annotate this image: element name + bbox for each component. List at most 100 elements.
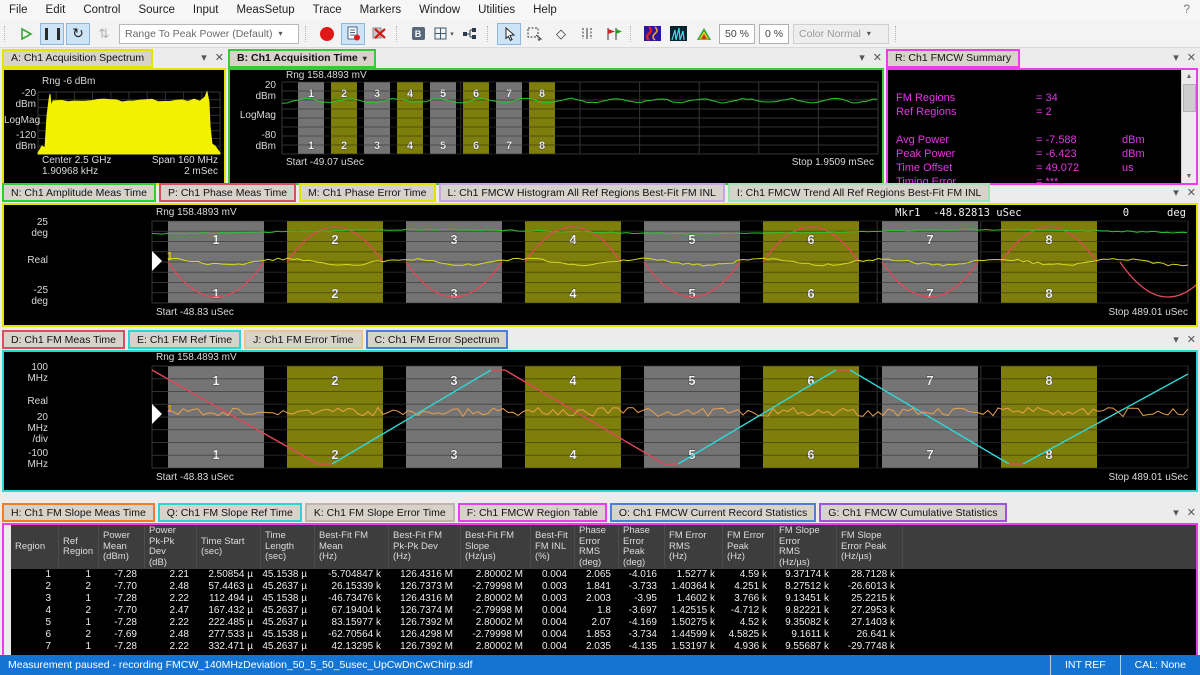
column-header[interactable]: Power Mean (dBm)	[99, 525, 145, 569]
table-row[interactable]: 71-7.282.22332.471 µ45.2637 µ42.13295 k1…	[11, 641, 1196, 653]
column-header[interactable]: FM Error RMS (Hz)	[665, 525, 723, 569]
table-row[interactable]: 11-7.282.212.50854 µ45.1538 µ-5.704847 k…	[11, 569, 1196, 581]
panel-dropdown-icon[interactable]: ▾	[1173, 187, 1179, 199]
tab-o[interactable]: O: Ch1 FMCW Current Record Statistics	[610, 503, 816, 522]
marker1-flag[interactable]: 1	[167, 251, 173, 262]
panel-close-icon[interactable]: ✕	[215, 52, 224, 64]
menu-markers[interactable]: Markers	[351, 4, 411, 16]
scroll-up-icon[interactable]: ▲	[1182, 70, 1196, 83]
tab-e[interactable]: E: Ch1 FM Ref Time	[128, 330, 241, 349]
menu-edit[interactable]: Edit	[37, 4, 75, 16]
menu-help[interactable]: Help	[524, 4, 566, 16]
marker1-flag[interactable]: 1	[167, 404, 173, 415]
tab-f[interactable]: F: Ch1 FMCW Region Table	[458, 503, 607, 522]
tab-p[interactable]: P: Ch1 Phase Meas Time	[159, 183, 296, 202]
panel-dropdown-icon[interactable]: ▾	[859, 52, 865, 64]
zoom-selection-button[interactable]	[523, 23, 547, 45]
panel-dropdown-icon[interactable]: ▾	[1173, 52, 1179, 64]
color-mode-dropdown[interactable]: Color Normal ▾	[793, 24, 889, 44]
tab-j[interactable]: J: Ch1 FM Error Time	[244, 330, 362, 349]
tab-c[interactable]: C: Ch1 FM Error Spectrum	[366, 330, 509, 349]
table-row[interactable]: 22-7.702.4857.4463 µ45.2637 µ26.15339 k1…	[11, 581, 1196, 593]
menu-meassetup[interactable]: MeasSetup	[227, 4, 303, 16]
trace-b-button[interactable]: B	[406, 23, 430, 45]
menu-control[interactable]: Control	[74, 4, 129, 16]
column-header[interactable]: Phase Error RMS (deg)	[575, 525, 619, 569]
cancel-recording-button[interactable]	[367, 23, 391, 45]
play-button[interactable]	[14, 23, 38, 45]
column-header[interactable]: FM Slope Error Peak (Hz/µs)	[837, 525, 903, 569]
column-header[interactable]: Best-Fit FM INL (%)	[531, 525, 575, 569]
tab-d[interactable]: D: Ch1 FM Meas Time	[2, 330, 125, 349]
tab-m[interactable]: M: Ch1 Phase Error Time	[299, 183, 435, 202]
phase-time-plot[interactable]: 11223344556677881 Rng 158.4893 mV Mkr1 -…	[2, 203, 1198, 327]
reference-indicator[interactable]: INT REF	[1050, 655, 1120, 675]
panel-dropdown-icon[interactable]: ▾	[1173, 507, 1179, 519]
column-header[interactable]: FM Slope Error RMS (Hz/µs)	[775, 525, 837, 569]
table-row[interactable]: 31-7.282.22112.494 µ45.1538 µ-46.73476 k…	[11, 593, 1196, 605]
tab-q[interactable]: Q: Ch1 FM Slope Ref Time	[158, 503, 302, 522]
column-header[interactable]: Time Start (sec)	[197, 525, 261, 569]
table-row[interactable]: 42-7.702.47167.432 µ45.2637 µ67.19404 k1…	[11, 605, 1196, 617]
table-row[interactable]: 62-7.692.48277.533 µ45.1538 µ-62.70564 k…	[11, 629, 1196, 641]
tab-n[interactable]: N: Ch1 Amplitude Meas Time	[2, 183, 156, 202]
column-header[interactable]: FM Error Peak (Hz)	[723, 525, 775, 569]
window-layout-button[interactable]: ▾	[432, 23, 456, 45]
panel-close-icon[interactable]: ✕	[1187, 507, 1196, 519]
column-header[interactable]: Best-Fit FM Pk-Pk Dev (Hz)	[389, 525, 461, 569]
scroll-down-icon[interactable]: ▼	[1182, 170, 1196, 183]
region-table[interactable]: RegionRef RegionPower Mean (dBm)Power Pk…	[2, 523, 1198, 657]
column-header[interactable]: Power Pk-Pk Dev (dB)	[145, 525, 197, 569]
fm-time-plot[interactable]: 11223344556677881 Rng 158.4893 mV 100 MH…	[2, 350, 1198, 492]
marker-diamond-button[interactable]: ◇	[549, 23, 573, 45]
tab-b-acquisition-time[interactable]: B: Ch1 Acquisition Time▾	[228, 49, 376, 68]
menu-source[interactable]: Source	[129, 4, 183, 16]
tab-k[interactable]: K: Ch1 FM Slope Error Time	[305, 503, 455, 522]
panel-dropdown-icon[interactable]: ▾	[201, 52, 207, 64]
panel-close-icon[interactable]: ✕	[873, 52, 882, 64]
overlap-percent-input[interactable]: 0 %	[759, 24, 789, 44]
waterfall-button[interactable]	[666, 23, 690, 45]
calibration-indicator[interactable]: CAL: None	[1120, 655, 1200, 675]
panel-close-icon[interactable]: ✕	[1187, 187, 1196, 199]
tab-h[interactable]: H: Ch1 FM Slope Meas Time	[2, 503, 155, 522]
marker-flags-button[interactable]	[601, 23, 625, 45]
column-header[interactable]: Time Length (sec)	[261, 525, 315, 569]
panel-close-icon[interactable]: ✕	[1187, 334, 1196, 346]
menu-input[interactable]: Input	[184, 4, 228, 16]
tab-r-fmcw-summary[interactable]: R: Ch1 FMCW Summary	[886, 49, 1020, 68]
help-icon[interactable]: ?	[1183, 2, 1190, 16]
table-left-gutter[interactable]	[4, 525, 11, 655]
scrollbar-thumb[interactable]	[1183, 84, 1196, 112]
table-row[interactable]: 51-7.282.22222.485 µ45.2637 µ83.15977 k1…	[11, 617, 1196, 629]
tab-g[interactable]: G: Ch1 FMCW Cumulative Statistics	[819, 503, 1006, 522]
column-header[interactable]: Best-Fit FM Slope (Hz/µs)	[461, 525, 531, 569]
pause-button[interactable]	[40, 23, 64, 45]
measurement-nodes-button[interactable]	[458, 23, 482, 45]
range-selector-dropdown[interactable]: Range To Peak Power (Default) ▾	[119, 24, 299, 44]
tab-i[interactable]: I: Ch1 FMCW Trend All Ref Regions Best-F…	[728, 183, 990, 202]
menu-file[interactable]: File	[0, 4, 37, 16]
fmcw-summary-panel[interactable]: FM Regions= 34Ref Regions= 2Avg Power= -…	[886, 68, 1198, 185]
spectrum-plot[interactable]: Rng -6 dBm -20 dBm LogMag -120 dBm Cente…	[2, 68, 226, 185]
column-header[interactable]: Best-Fit FM Mean (Hz)	[315, 525, 389, 569]
panel-close-icon[interactable]: ✕	[1187, 52, 1196, 64]
summary-scrollbar[interactable]: ▲ ▼	[1181, 70, 1196, 183]
tab-a-acquisition-spectrum[interactable]: A: Ch1 Acquisition Spectrum	[2, 49, 153, 68]
acquisition-time-plot[interactable]: 1122334455667788 Rng 158.4893 mV 20 dBm …	[228, 68, 884, 185]
transparency-percent-input[interactable]: 50 %	[719, 24, 755, 44]
column-header[interactable]: Region	[11, 525, 59, 569]
column-header[interactable]: Phase Error Peak (deg)	[619, 525, 665, 569]
spectrogram-button[interactable]	[640, 23, 664, 45]
tab-l[interactable]: L: Ch1 FMCW Histogram All Ref Regions Be…	[439, 183, 725, 202]
panel-dropdown-icon[interactable]: ▾	[1173, 334, 1179, 346]
cumulative-history-button[interactable]	[692, 23, 716, 45]
menu-trace[interactable]: Trace	[304, 4, 351, 16]
band-markers-button[interactable]	[575, 23, 599, 45]
menu-utilities[interactable]: Utilities	[469, 4, 524, 16]
record-button[interactable]	[315, 23, 339, 45]
restart-button[interactable]: ↻	[66, 23, 90, 45]
column-header[interactable]: Ref Region	[59, 525, 99, 569]
select-cursor-button[interactable]	[497, 23, 521, 45]
menu-window[interactable]: Window	[410, 4, 469, 16]
